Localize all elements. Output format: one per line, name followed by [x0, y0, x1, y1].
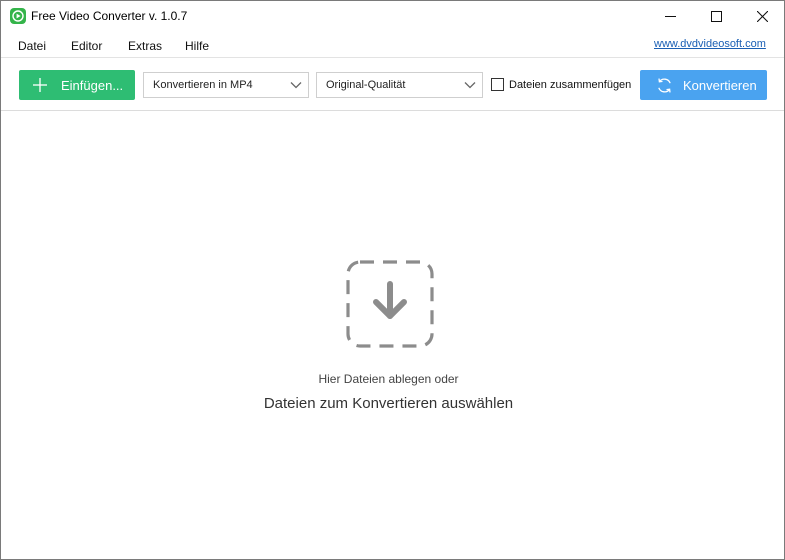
menu-bar: Datei Editor Extras Hilfe www.dvdvideoso…	[1, 32, 784, 58]
convert-label: Konvertieren	[683, 78, 757, 93]
toolbar: Einfügen... Konvertieren in MP4 Original…	[1, 59, 784, 111]
play-icon	[10, 8, 26, 24]
window-title: Free Video Converter v. 1.0.7	[31, 9, 188, 23]
select-files-link[interactable]: Dateien zum Konvertieren auswählen	[1, 395, 776, 412]
merge-files-label: Dateien zusammenfügen	[509, 79, 632, 91]
convert-button[interactable]: Konvertieren	[640, 70, 767, 100]
quality-value: Original-Qualität	[326, 79, 406, 91]
output-format-value: Konvertieren in MP4	[153, 79, 253, 91]
minimize-icon	[664, 16, 676, 17]
drop-hint-text: Hier Dateien ablegen oder	[318, 372, 459, 386]
minimize-button[interactable]	[647, 1, 693, 32]
website-link[interactable]: www.dvdvideosoft.com	[654, 38, 766, 50]
menu-extras[interactable]: Extras	[128, 39, 162, 53]
add-files-label: Einfügen...	[61, 78, 124, 93]
close-icon	[756, 11, 768, 22]
menu-datei[interactable]: Datei	[18, 39, 46, 53]
close-button[interactable]	[739, 1, 785, 32]
title-bar[interactable]: Free Video Converter v. 1.0.7	[1, 1, 784, 32]
checkbox-box[interactable]	[491, 78, 504, 91]
maximize-button[interactable]	[693, 1, 739, 32]
chevron-down-icon	[464, 82, 476, 89]
output-format-select[interactable]: Konvertieren in MP4	[143, 72, 309, 98]
refresh-icon	[658, 78, 671, 93]
plus-icon	[33, 78, 47, 92]
app-window: Free Video Converter v. 1.0.7 Datei Edit…	[0, 0, 785, 560]
add-files-button[interactable]: Einfügen...	[19, 70, 135, 100]
quality-select[interactable]: Original-Qualität	[316, 72, 483, 98]
drop-zone[interactable]: Hier Dateien ablegen oder Dateien zum Ko…	[1, 112, 784, 559]
download-arrow-icon	[346, 260, 434, 348]
chevron-down-icon	[290, 82, 302, 89]
maximize-icon	[710, 11, 722, 22]
menu-editor[interactable]: Editor	[71, 39, 102, 53]
menu-hilfe[interactable]: Hilfe	[185, 39, 209, 53]
